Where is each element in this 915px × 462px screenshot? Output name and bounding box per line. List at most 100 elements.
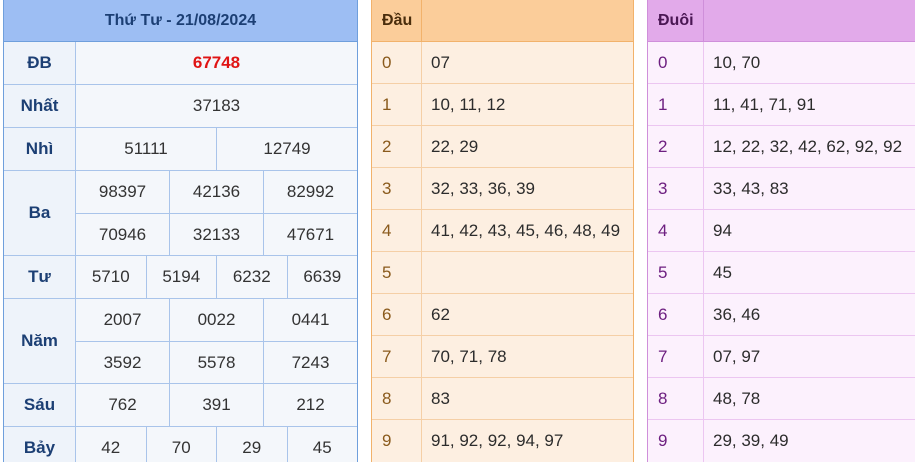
special-prize-number: 67748 [76,42,357,84]
duoi-values: 48, 78 [713,388,761,408]
dau-digit: 4 [372,210,422,251]
duoi-digit: 0 [648,42,704,83]
dau-digit: 8 [372,378,422,419]
dau-row: 2 22, 29 [372,126,633,168]
dau-values: 91, 92, 92, 94, 97 [431,431,564,450]
duoi-row: 1 11, 41, 71, 91 [648,84,915,126]
duoi-table: Đuôi 0 10, 70 1 11, 41, 71, 91 2 12, 22, 32, … [647,0,915,462]
prize-line: 42 70 29 45 [76,427,357,462]
duoi-digit: 6 [648,294,704,335]
dau-rows: 0 07 1 10, 11, 12 2 22, 29 3 32, 33, 36, 39 4 41,… [372,42,633,462]
prize-number: 12749 [216,128,357,170]
duoi-values: 45 [713,262,732,282]
duoi-values: 10, 70 [713,52,761,72]
dau-table: Đầu 0 07 1 10, 11, 12 2 22, 29 3 32, 33, 36, 39… [371,0,634,462]
duoi-row: 2 12, 22, 32, 42, 62, 92, 92 [648,126,915,168]
duoi-row: 6 36, 46 [648,294,915,336]
dau-digit: 2 [372,126,422,167]
prize-number: 6232 [216,256,287,298]
prize-label: Ba [4,171,76,255]
duoi-digit: 9 [648,420,704,462]
prize-number: 45 [286,427,357,462]
prize-label: Tư [4,256,76,298]
prize-number: 29 [216,427,287,462]
duoi-values: 94 [713,220,732,240]
prize-numbers: 762 391 212 [76,384,357,426]
duoi-values: 12, 22, 32, 42, 62, 92, 92 [713,136,903,156]
dau-digit: 1 [372,84,422,125]
dau-row: 3 32, 33, 36, 39 [372,168,633,210]
duoi-values: 07, 97 [713,346,761,366]
prize-number: 98397 [76,171,169,213]
prize-line: 51111 12749 [76,128,357,170]
dau-digit: 9 [372,420,422,462]
prize-label: Nhì [4,128,76,170]
prize-number: 391 [169,384,263,426]
duoi-digit: 1 [648,84,704,125]
dau-row: 5 [372,252,633,294]
dau-digit: 6 [372,294,422,335]
dau-header-row: Đầu [372,0,633,42]
prize-row: Nhất 37183 [4,85,357,128]
dau-values: 83 [431,388,450,408]
prize-line: 762 391 212 [76,384,357,426]
duoi-rows: 0 10, 70 1 11, 41, 71, 91 2 12, 22, 32, 42, 6… [648,42,915,462]
duoi-values: 36, 46 [713,304,761,324]
prize-number: 70 [145,427,216,462]
prize-number: 51111 [76,128,216,170]
prize-numbers: 37183 [76,85,357,127]
duoi-digit: 5 [648,252,704,293]
prize-numbers: 2007 0022 0441 3592 5578 7243 [76,299,357,383]
prize-line: 37183 [76,85,357,127]
prize-number: 5710 [76,256,146,298]
prize-numbers: 98397 42136 82992 70946 32133 47671 [76,171,357,255]
duoi-values: 29, 39, 49 [713,431,789,450]
prize-number: 5194 [145,256,216,298]
dau-digit: 3 [372,168,422,209]
duoi-row: 9 29, 39, 49 [648,420,915,462]
dau-row: 7 70, 71, 78 [372,336,633,378]
duoi-digit: 4 [648,210,704,251]
prize-label: ĐB [4,42,76,84]
dau-values: 22, 29 [431,136,479,156]
dau-row: 1 10, 11, 12 [372,84,633,126]
dau-values: 62 [431,304,450,324]
prize-line: 70946 32133 47671 [76,213,357,255]
dau-row: 6 62 [372,294,633,336]
prize-line: 5710 5194 6232 6639 [76,256,357,298]
dau-values: 07 [431,52,450,72]
prize-label: Bảy [4,427,76,462]
prize-line: 3592 5578 7243 [76,341,357,383]
dau-row: 9 91, 92, 92, 94, 97 [372,420,633,462]
dau-header-blank [422,0,633,41]
duoi-digit: 2 [648,126,704,167]
prize-row: Ba 98397 42136 82992 70946 32133 47671 [4,171,357,256]
prize-rows: ĐB 67748 Nhất 37183 Nhì 51111 12749 Ba 98397 4213… [4,42,357,462]
duoi-row: 4 94 [648,210,915,252]
prize-number: 0022 [169,299,263,341]
prize-number: 70946 [76,214,169,255]
prize-number: 37183 [76,85,357,127]
dau-digit: 0 [372,42,422,83]
duoi-values: 33, 43, 83 [713,178,789,198]
prize-number: 47671 [263,214,357,255]
duoi-row: 8 48, 78 [648,378,915,420]
duoi-digit: 3 [648,168,704,209]
prize-row: Năm 2007 0022 0441 3592 5578 7243 [4,299,357,384]
prize-numbers: 67748 [76,42,357,84]
duoi-header-row: Đuôi [648,0,915,42]
duoi-digit: 7 [648,336,704,377]
dau-header: Đầu [372,0,422,41]
prize-number: 32133 [169,214,263,255]
prize-line: 67748 [76,42,357,84]
dau-values: 10, 11, 12 [431,94,506,114]
duoi-row: 3 33, 43, 83 [648,168,915,210]
dau-row: 8 83 [372,378,633,420]
prize-number: 82992 [263,171,357,213]
prize-number: 762 [76,384,169,426]
lottery-results-table: Thứ Tư - 21/08/2024 ĐB 67748 Nhất 37183 Nhì 5… [3,0,358,462]
prize-number: 42136 [169,171,263,213]
prize-number: 7243 [263,342,357,383]
duoi-row: 7 07, 97 [648,336,915,378]
prize-numbers: 42 70 29 45 [76,427,357,462]
